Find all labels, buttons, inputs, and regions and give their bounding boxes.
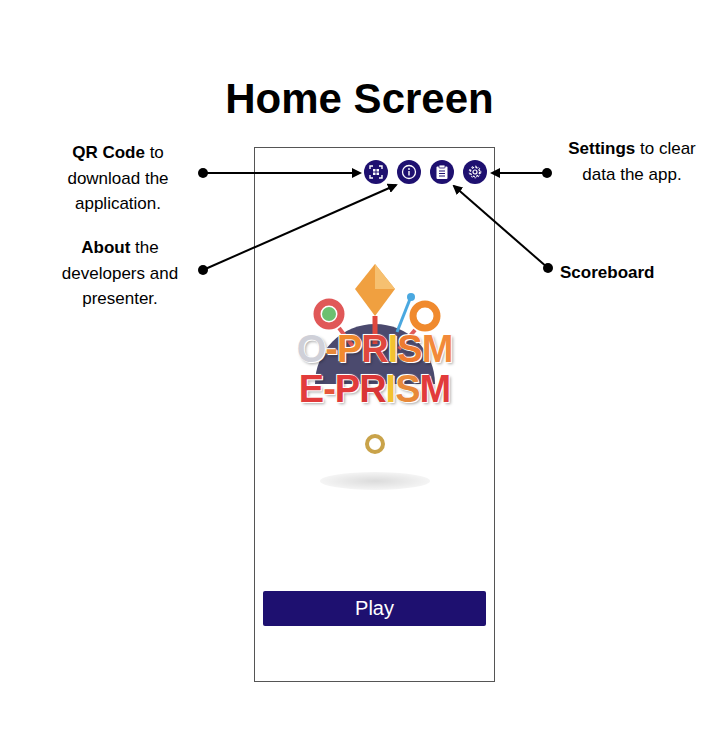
annotation-label: Scoreboard: [560, 260, 700, 286]
toolbar-button[interactable]: [463, 160, 487, 184]
toolbar: [255, 148, 494, 184]
qr-icon: [369, 165, 383, 179]
play-button[interactable]: Play: [263, 591, 486, 626]
toolbar-button[interactable]: [430, 160, 454, 184]
logo-text: O-PRISME-PRISM: [297, 330, 453, 410]
annotation-bold: Scoreboard: [560, 263, 654, 282]
app-logo: O-PRISME-PRISM: [275, 254, 475, 494]
logo-line: E-PRISM: [299, 370, 450, 410]
annotation-bold: QR Code: [72, 143, 145, 162]
annotation-arrows: [0, 0, 719, 750]
logo-line: O-PRISM: [297, 330, 453, 370]
logo-shadow: [320, 472, 430, 490]
annotation-arrow: [454, 186, 553, 273]
annotation-label: Settings to clear data the app.: [568, 136, 696, 187]
annotation-bold: Settings: [568, 139, 635, 158]
diagram-canvas: Home Screen QR Code to download the appl…: [0, 0, 719, 750]
diagram-title: Home Screen: [0, 74, 719, 124]
info-icon: [401, 164, 417, 180]
clipboard-icon: [435, 164, 449, 180]
annotation-arrow: [492, 168, 552, 178]
toolbar-button[interactable]: [364, 160, 388, 184]
phone-frame: O-PRISME-PRISM Play: [254, 147, 495, 682]
gear-icon: [467, 164, 483, 180]
annotation-label: QR Code to download the application.: [48, 140, 188, 217]
toolbar-button[interactable]: [397, 160, 421, 184]
annotation-arrow: [198, 168, 360, 178]
annotation-arrow: [198, 185, 396, 275]
annotation-label: About the developers and presenter.: [45, 235, 195, 312]
annotation-bold: About: [81, 238, 130, 257]
